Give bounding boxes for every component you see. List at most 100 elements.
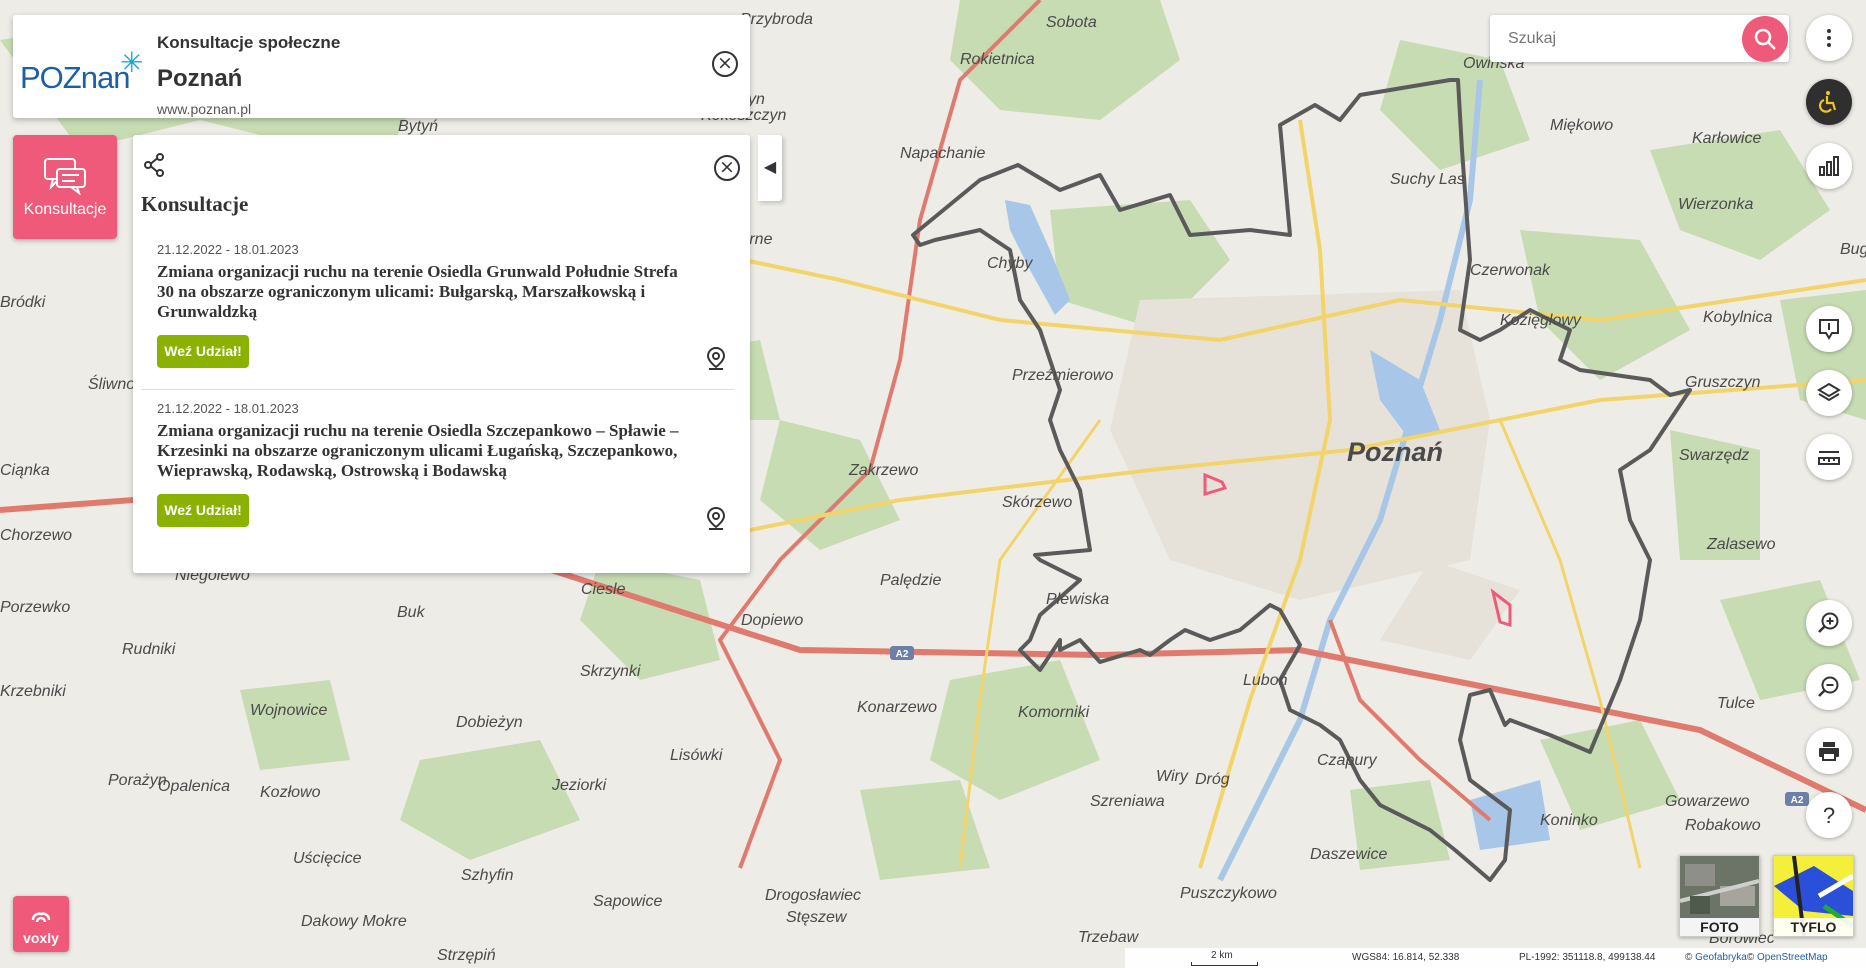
place-label: Robakowo xyxy=(1685,817,1761,834)
place-label: Jeziorki xyxy=(551,777,607,794)
basemap-foto-label: FOTO xyxy=(1680,918,1759,936)
place-label: Swarzędz xyxy=(1679,447,1749,464)
basemap-foto[interactable]: FOTO xyxy=(1679,855,1760,937)
accessibility-button[interactable] xyxy=(1806,79,1852,125)
place-label: Rokietnica xyxy=(960,51,1035,68)
consultations-panel: × Konsultacje 21.12.2022 - 18.01.2023 Zm… xyxy=(133,135,750,573)
zoom-in-icon xyxy=(1818,612,1839,633)
place-label: Przybroda xyxy=(740,11,813,28)
panel-title: Konsultacje xyxy=(141,192,249,216)
scale-label: 2 km xyxy=(1211,950,1233,961)
basemap-tyflo-label: TYFLO xyxy=(1774,918,1853,936)
help-icon: ? xyxy=(1823,803,1835,827)
city-label: Poznań xyxy=(1347,437,1443,467)
more-icon xyxy=(1827,29,1831,47)
place-label: Ciesle xyxy=(581,581,626,598)
layers-button[interactable] xyxy=(1806,370,1852,416)
consultation-title[interactable]: Zmiana organizacji ruchu na terenie Osie… xyxy=(157,262,697,322)
panel-collapse-toggle[interactable]: ◀ xyxy=(758,135,782,201)
place-label: Lisówki xyxy=(670,747,723,764)
logo-text: POZnan xyxy=(20,60,130,95)
place-label: Skórzewo xyxy=(1002,494,1072,511)
place-label: Trzebaw xyxy=(1078,929,1140,946)
place-label: Sobota xyxy=(1046,14,1097,31)
consultation-item: 21.12.2022 - 18.01.2023 Zmiana organizac… xyxy=(141,401,734,551)
header-title: Poznań xyxy=(157,65,243,92)
more-menu-button[interactable] xyxy=(1806,15,1852,61)
consultations-button[interactable]: Konsultacje xyxy=(13,135,117,239)
place-label: Sapowice xyxy=(593,893,662,910)
measure-button[interactable] xyxy=(1806,434,1852,480)
voxly-button[interactable]: voxly xyxy=(13,896,69,952)
place-label: Bugaj xyxy=(1840,241,1866,258)
geofabryka-link[interactable]: Geofabryka xyxy=(1695,952,1747,963)
place-label: Skrzynki xyxy=(580,663,641,680)
ruler-icon xyxy=(1818,451,1840,465)
place-label: Karłowice xyxy=(1692,130,1761,147)
scale-bar xyxy=(1191,962,1258,966)
svg-text:A2: A2 xyxy=(1791,795,1804,806)
basemap-tyflo[interactable]: TYFLO xyxy=(1773,855,1854,937)
header-url[interactable]: www.poznan.pl xyxy=(157,101,251,117)
place-label: Plewiska xyxy=(1046,591,1109,608)
share-icon[interactable] xyxy=(143,153,165,177)
place-label: Tulce xyxy=(1717,695,1755,712)
place-label: Dopiewo xyxy=(741,612,803,629)
place-label: Strzępiń xyxy=(437,947,496,964)
item-divider xyxy=(141,389,734,390)
zoom-out-button[interactable] xyxy=(1806,664,1852,710)
voxly-wave-icon xyxy=(31,912,51,923)
wgs84-coordinates: WGS84: 16.814, 52.338 xyxy=(1352,952,1460,963)
help-button[interactable]: ? xyxy=(1806,792,1852,838)
place-label: Konarzewo xyxy=(857,699,937,716)
svg-text:?: ? xyxy=(1823,803,1835,827)
participate-button[interactable]: Weź Udział! xyxy=(157,335,249,368)
poznan-logo: POZnan ✳ xyxy=(20,47,143,96)
attribution-prefix: © xyxy=(1685,952,1693,963)
search-button[interactable] xyxy=(1742,16,1788,62)
place-label: Bytyń xyxy=(398,118,438,135)
map-pin-icon[interactable] xyxy=(706,506,726,530)
statistics-button[interactable] xyxy=(1806,143,1852,189)
place-label: Czerwonak xyxy=(1470,262,1551,279)
place-label: Bródki xyxy=(0,294,46,311)
header-subtitle: Konsultacje społeczne xyxy=(157,33,341,52)
info-download-button[interactable] xyxy=(1806,306,1852,352)
openstreetmap-link[interactable]: OpenStreetMap xyxy=(1757,952,1828,963)
accessibility-icon xyxy=(1818,91,1837,113)
place-label: Przeźmierowo xyxy=(1012,367,1113,384)
header-card: POZnan ✳ Konsultacje społeczne Poznań www… xyxy=(13,15,750,118)
place-label: Wierzonka xyxy=(1678,196,1754,213)
place-label: Czapury xyxy=(1317,752,1378,769)
place-label: Puszczykowo xyxy=(1180,885,1277,902)
osm-prefix: © xyxy=(1746,952,1755,963)
consultations-button-label: Konsultacje xyxy=(23,201,107,218)
logo-star-icon: ✳ xyxy=(119,47,143,78)
place-label: Kozięgłowy xyxy=(1500,312,1582,329)
place-label: Gowarzewo xyxy=(1665,793,1750,810)
chart-icon xyxy=(1819,156,1839,176)
place-label: Ciąnka xyxy=(0,462,50,479)
place-label: Krzebniki xyxy=(0,683,66,700)
place-label: Uścięcice xyxy=(293,850,362,867)
attribution: © Geofabryka© OpenStreetMap xyxy=(1685,952,1828,963)
place-label: Szhyfin xyxy=(461,867,514,884)
panel-close-icon[interactable]: × xyxy=(714,155,740,181)
place-label: Szreniawa xyxy=(1090,793,1165,810)
header-close-icon[interactable]: × xyxy=(712,51,738,77)
map-statusbar: 2 km WGS84: 16.814, 52.338 PL-1992: 3511… xyxy=(1125,948,1866,968)
search-input[interactable] xyxy=(1506,29,1730,49)
print-icon xyxy=(1819,742,1839,761)
place-label: Dobieżyn xyxy=(456,714,523,731)
place-label: Śliwno xyxy=(88,374,135,393)
map-pin-icon[interactable] xyxy=(706,346,726,370)
zoom-in-button[interactable] xyxy=(1806,600,1852,646)
participate-button[interactable]: Weź Udział! xyxy=(157,494,249,527)
consultation-item: 21.12.2022 - 18.01.2023 Zmiana organizac… xyxy=(141,242,734,382)
place-label: Kobylnica xyxy=(1703,309,1772,326)
consultation-title[interactable]: Zmiana organizacji ruchu na terenie Osie… xyxy=(157,421,697,481)
info-download-icon xyxy=(1819,319,1839,340)
print-button[interactable] xyxy=(1806,728,1852,774)
place-label: Opalenica xyxy=(158,778,230,795)
voxly-label: voxly xyxy=(23,930,59,946)
